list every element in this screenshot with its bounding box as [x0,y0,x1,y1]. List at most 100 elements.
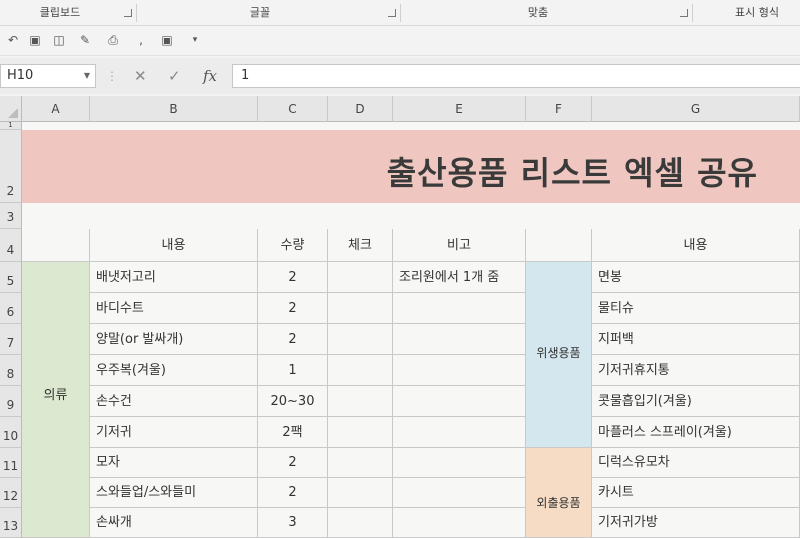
chevron-down-icon[interactable]: ▼ [84,65,90,87]
right-item-cell[interactable]: 카시트 [592,478,800,508]
item-name-cell[interactable]: 손수건 [90,386,258,417]
font-dialog-launcher-icon[interactable] [388,9,396,17]
column-header-b[interactable]: B [90,96,258,122]
item-note-cell[interactable] [393,386,526,417]
item-quantity-cell[interactable]: 1 [258,355,328,386]
print-preview-icon[interactable]: ◫ [52,33,66,47]
column-header-d[interactable]: D [328,96,393,122]
alignment-dialog-launcher-icon[interactable] [680,9,688,17]
clear-format-icon[interactable]: ✎ [78,33,92,47]
row-header-8[interactable]: 8 [0,355,22,386]
check-icon[interactable]: ✓ [168,67,181,85]
category-hygiene[interactable]: 위생용품 [526,262,592,448]
header-quantity[interactable]: 수량 [258,229,328,262]
right-item-cell[interactable]: 면봉 [592,262,800,293]
name-box[interactable]: H10 ▼ [0,64,96,88]
item-note-cell[interactable] [393,293,526,324]
item-quantity-cell[interactable]: 2 [258,478,328,508]
item-quantity-cell[interactable]: 3 [258,508,328,538]
item-check-cell[interactable] [328,386,393,417]
item-check-cell[interactable] [328,355,393,386]
column-header-f[interactable]: F [526,96,592,122]
row-header-2[interactable]: 2 [0,130,22,203]
column-header-e[interactable]: E [393,96,526,122]
right-item-cell[interactable]: 기저귀가방 [592,508,800,538]
item-note-cell[interactable] [393,508,526,538]
item-check-cell[interactable] [328,478,393,508]
header-note[interactable]: 비고 [393,229,526,262]
item-check-cell[interactable] [328,448,393,478]
item-name-cell[interactable]: 스와들업/스와들미 [90,478,258,508]
row-header-1[interactable]: 1 [0,121,22,130]
category-outing[interactable]: 외출용품 [526,448,592,538]
right-item-cell[interactable]: 지퍼백 [592,324,800,355]
item-check-cell[interactable] [328,324,393,355]
row-header-3[interactable]: 3 [0,203,22,229]
row-header-13[interactable]: 13 [0,508,22,538]
header-content-right[interactable]: 내용 [592,229,800,262]
item-quantity-cell[interactable]: 2팩 [258,417,328,448]
customize-toolbar-icon[interactable]: ▾ [188,33,202,47]
formula-bar: H10 ▼ ⋮ ✕ ✓ fx 1 [0,58,800,94]
item-name-cell[interactable]: 바디수트 [90,293,258,324]
row-header-7[interactable]: 7 [0,324,22,355]
item-note-cell[interactable] [393,417,526,448]
row-header-6[interactable]: 6 [0,293,22,324]
save-as-icon[interactable]: ▣ [160,33,174,47]
column-header-a[interactable]: A [22,96,90,122]
item-check-cell[interactable] [328,293,393,324]
row-header-10[interactable]: 10 [0,417,22,448]
right-item-cell[interactable]: 콧물흡입기(겨울) [592,386,800,417]
item-note-cell[interactable] [393,448,526,478]
header-cell-blank[interactable] [526,229,592,262]
item-note-cell[interactable] [393,324,526,355]
item-quantity-cell[interactable]: 2 [258,324,328,355]
ribbon-group-number-format: 표시 형식 [735,6,779,19]
right-item-cell[interactable]: 기저귀휴지통 [592,355,800,386]
item-quantity-cell[interactable]: 2 [258,262,328,293]
item-name-cell[interactable]: 우주복(겨울) [90,355,258,386]
item-check-cell[interactable] [328,417,393,448]
select-all-corner[interactable] [0,96,22,122]
item-note-cell[interactable] [393,355,526,386]
item-note-cell[interactable]: 조리원에서 1개 줌 [393,262,526,293]
print-icon[interactable]: ⎙ [106,33,120,47]
item-name-cell[interactable]: 양말(or 발싸개) [90,324,258,355]
item-quantity-cell[interactable]: 2 [258,448,328,478]
column-header-g[interactable]: G [592,96,800,122]
row-header-9[interactable]: 9 [0,386,22,417]
header-check[interactable]: 체크 [328,229,393,262]
header-content[interactable]: 내용 [90,229,258,262]
worksheet-grid[interactable]: 출산용품 리스트 엑셀 공유 내용 수량 체크 비고 내용 의류 배냇저고리 2 조… [22,122,800,538]
item-name-cell[interactable]: 배냇저고리 [90,262,258,293]
item-name-cell[interactable]: 기저귀 [90,417,258,448]
item-quantity-cell[interactable]: 20~30 [258,386,328,417]
column-header-c[interactable]: C [258,96,328,122]
row-header-12[interactable]: 12 [0,478,22,508]
clipboard-dialog-launcher-icon[interactable] [124,9,132,17]
item-note-cell[interactable] [393,478,526,508]
item-check-cell[interactable] [328,508,393,538]
item-name-cell[interactable]: 모자 [90,448,258,478]
row-header-5[interactable]: 5 [0,262,22,293]
category-clothing-label: 의류 [43,388,68,403]
undo-icon[interactable]: ↶ [6,33,20,47]
comma-style-icon[interactable]: , [134,33,148,47]
header-cell-blank[interactable] [22,229,90,262]
right-item-cell[interactable]: 마플러스 스프레이(겨울) [592,417,800,448]
category-hygiene-label: 위생용품 [536,346,581,360]
right-item-cell[interactable]: 물티슈 [592,293,800,324]
row-header-11[interactable]: 11 [0,448,22,478]
item-name-cell[interactable]: 손싸개 [90,508,258,538]
formula-input[interactable]: 1 [232,64,800,88]
category-clothing[interactable]: 의류 [22,262,90,538]
right-item-cell[interactable]: 디럭스유모차 [592,448,800,478]
more-options-icon: ⋮ [106,69,118,83]
item-check-cell[interactable] [328,262,393,293]
row-header-4[interactable]: 4 [0,229,22,262]
item-quantity-cell[interactable]: 2 [258,293,328,324]
cancel-icon[interactable]: ✕ [134,67,147,85]
save-icon[interactable]: ▣ [28,33,42,47]
category-outing-label: 외출용품 [536,496,581,510]
insert-function-button[interactable]: fx [203,67,217,85]
